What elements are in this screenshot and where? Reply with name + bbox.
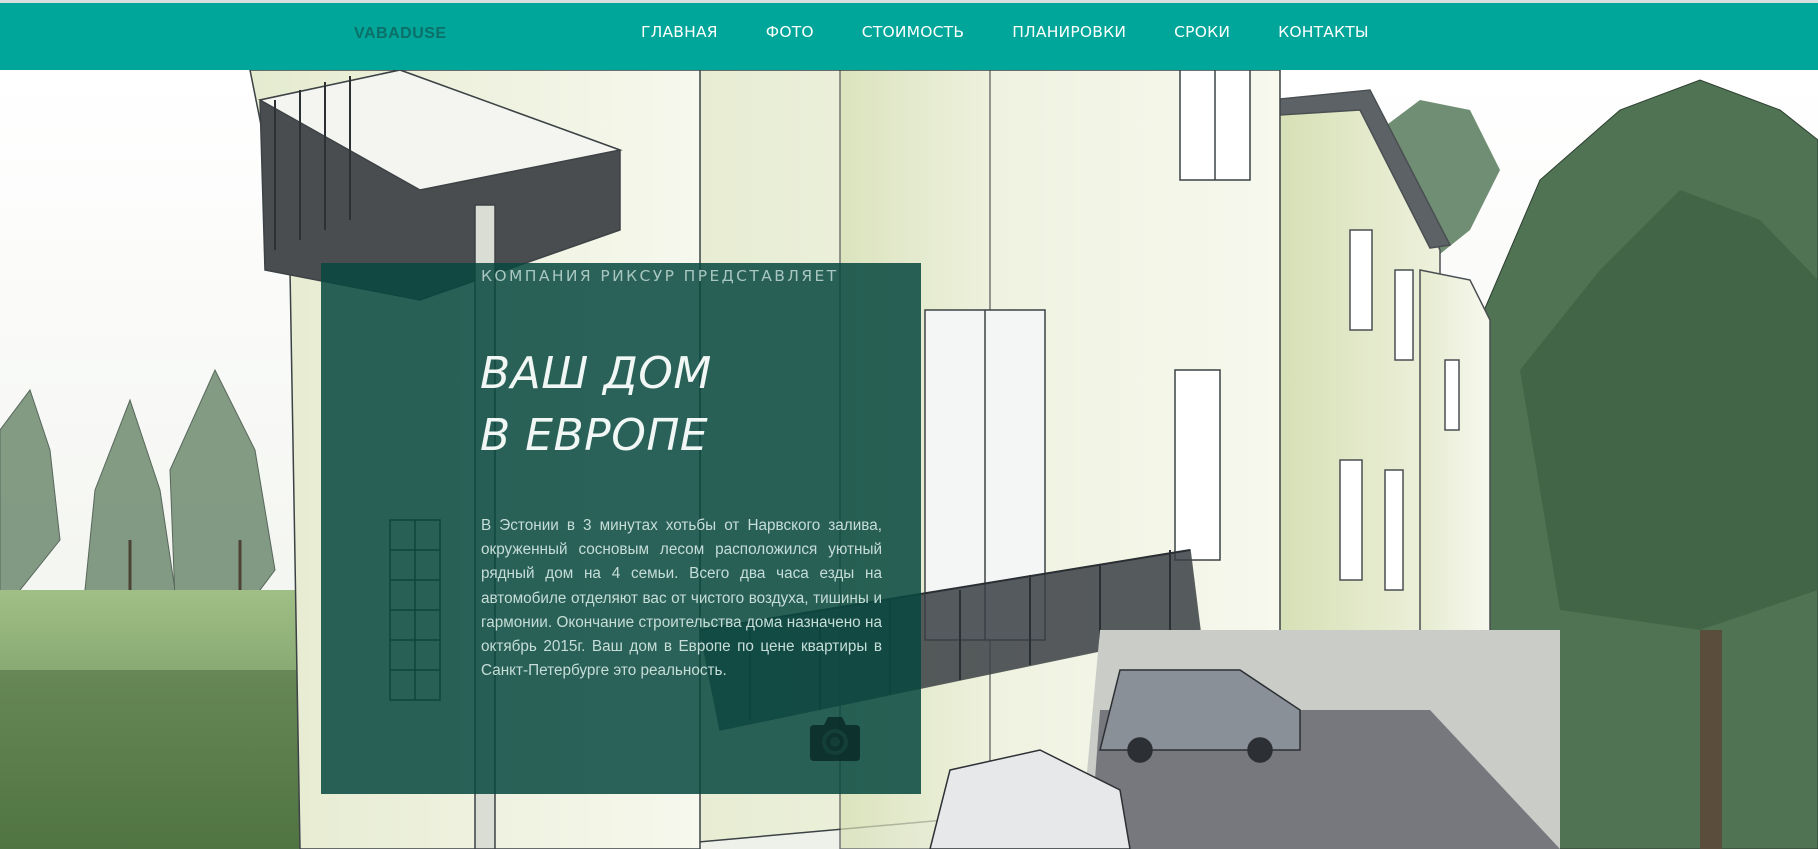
nav-link-contacts[interactable]: КОНТАКТЫ: [1278, 23, 1369, 41]
hero-description: В Эстонии в 3 минутах хотьбы от Нарвског…: [481, 517, 882, 680]
page: VABADUSE ГЛАВНАЯ ФОТО СТОИМОСТЬ ПЛАНИРОВ…: [0, 0, 1818, 849]
nav-link-layouts[interactable]: ПЛАНИРОВКИ: [1012, 23, 1126, 41]
nav-item-layouts: ПЛАНИРОВКИ: [1012, 23, 1126, 42]
nav-item-terms: СРОКИ: [1174, 23, 1230, 42]
hero-headline-line-2: В ЕВРОПЕ: [480, 410, 709, 461]
nav-link-price[interactable]: СТОИМОСТЬ: [862, 23, 964, 41]
nav-link-home[interactable]: ГЛАВНАЯ: [641, 23, 718, 41]
hero-kicker: КОМПАНИЯ РИКСУР ПРЕДСТАВЛЯЕТ: [481, 267, 839, 285]
nav-item-price: СТОИМОСТЬ: [862, 23, 964, 42]
main-nav: ГЛАВНАЯ ФОТО СТОИМОСТЬ ПЛАНИРОВКИ СРОКИ …: [641, 23, 1417, 42]
camera-icon[interactable]: [808, 713, 862, 763]
hero-headline-line-1: ВАШ ДОМ: [480, 348, 712, 399]
nav-item-contacts: КОНТАКТЫ: [1278, 23, 1369, 42]
hero-overlay-card: КОМПАНИЯ РИКСУР ПРЕДСТАВЛЯЕТ ВАШ ДОМ В Е…: [321, 263, 921, 794]
navbar: VABADUSE ГЛАВНАЯ ФОТО СТОИМОСТЬ ПЛАНИРОВ…: [0, 3, 1818, 70]
hero-headline: ВАШ ДОМ В ЕВРОПЕ: [480, 343, 900, 467]
nav-link-terms[interactable]: СРОКИ: [1174, 23, 1230, 41]
nav-link-photo[interactable]: ФОТО: [766, 23, 814, 41]
nav-item-photo: ФОТО: [766, 23, 814, 42]
nav-item-home: ГЛАВНАЯ: [641, 23, 718, 42]
brand-logo-link[interactable]: VABADUSE: [354, 25, 447, 43]
